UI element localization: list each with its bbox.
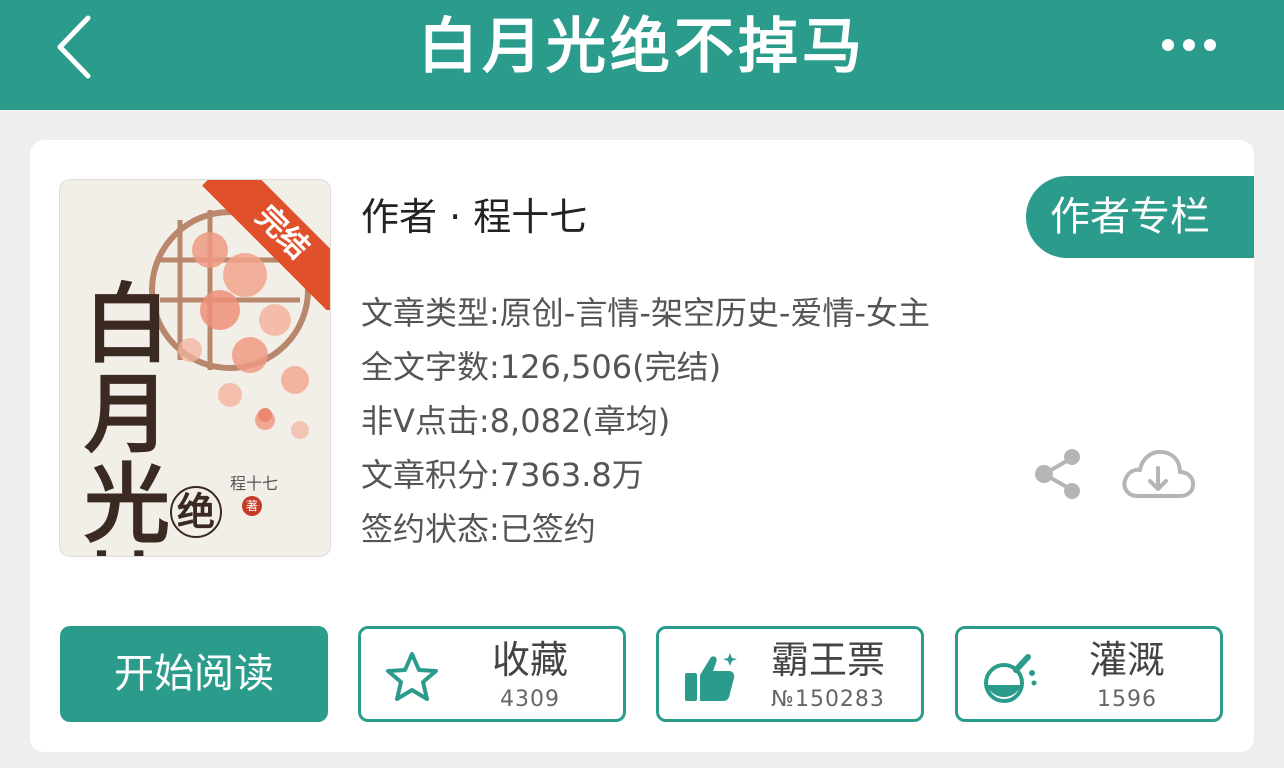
author-column-button[interactable]: 作者专栏 bbox=[1026, 176, 1254, 258]
completed-badge: 完结 bbox=[200, 180, 330, 310]
vote-count: №150283 bbox=[771, 687, 885, 712]
nutrient-count: 1596 bbox=[1097, 687, 1157, 712]
click-count-text: 非V点击:8,082(章均) bbox=[361, 402, 671, 440]
nutrient-button[interactable]: 灌溉 1596 bbox=[955, 626, 1223, 722]
favorite-label: 收藏 bbox=[491, 638, 568, 682]
share-button[interactable] bbox=[1032, 446, 1084, 502]
favorite-count: 4309 bbox=[500, 687, 560, 712]
book-info-card: 白月 光绝 掉马不 程十七 著 完结 作者 · 程十七 作者专栏 文章类型:原创… bbox=[30, 140, 1254, 752]
book-stats: 文章类型:原创-言情-架空历史-爱情-女主 全文字数:126,506(完结) 非… bbox=[361, 286, 930, 556]
page-title: 白月光绝不掉马 bbox=[418, 12, 866, 82]
word-count-text: 全文字数:126,506(完结) bbox=[361, 348, 722, 386]
favorite-button[interactable]: 收藏 4309 bbox=[358, 626, 626, 722]
score-text: 文章积分:7363.8万 bbox=[361, 456, 644, 494]
cover-title: 白月 光绝 掉马不 bbox=[84, 280, 254, 556]
top-bar: 白月光绝不掉马 bbox=[0, 0, 1284, 110]
cover-seal: 著 bbox=[242, 496, 262, 516]
contract-status-text: 签约状态:已签约 bbox=[361, 510, 596, 548]
book-cover[interactable]: 白月 光绝 掉马不 程十七 著 完结 bbox=[60, 180, 330, 556]
more-button[interactable] bbox=[1160, 30, 1218, 60]
share-icon bbox=[1035, 449, 1080, 499]
nutrient-label: 灌溉 bbox=[1088, 638, 1165, 682]
genre-text: 文章类型:原创-言情-架空历史-爱情-女主 bbox=[361, 294, 930, 332]
download-button[interactable] bbox=[1120, 446, 1196, 504]
flask-icon bbox=[984, 654, 1037, 703]
thumbs-up-icon bbox=[685, 653, 737, 701]
vote-button[interactable]: 霸王票 №150283 bbox=[656, 626, 924, 722]
vote-label: 霸王票 bbox=[770, 638, 885, 682]
cloud-download-icon bbox=[1122, 449, 1196, 498]
star-icon bbox=[386, 652, 438, 701]
start-reading-button[interactable]: 开始阅读 bbox=[60, 626, 328, 722]
more-dots-icon bbox=[1162, 39, 1216, 51]
cover-author: 程十七 bbox=[230, 474, 279, 493]
author-name[interactable]: 作者 · 程十七 bbox=[361, 192, 587, 242]
